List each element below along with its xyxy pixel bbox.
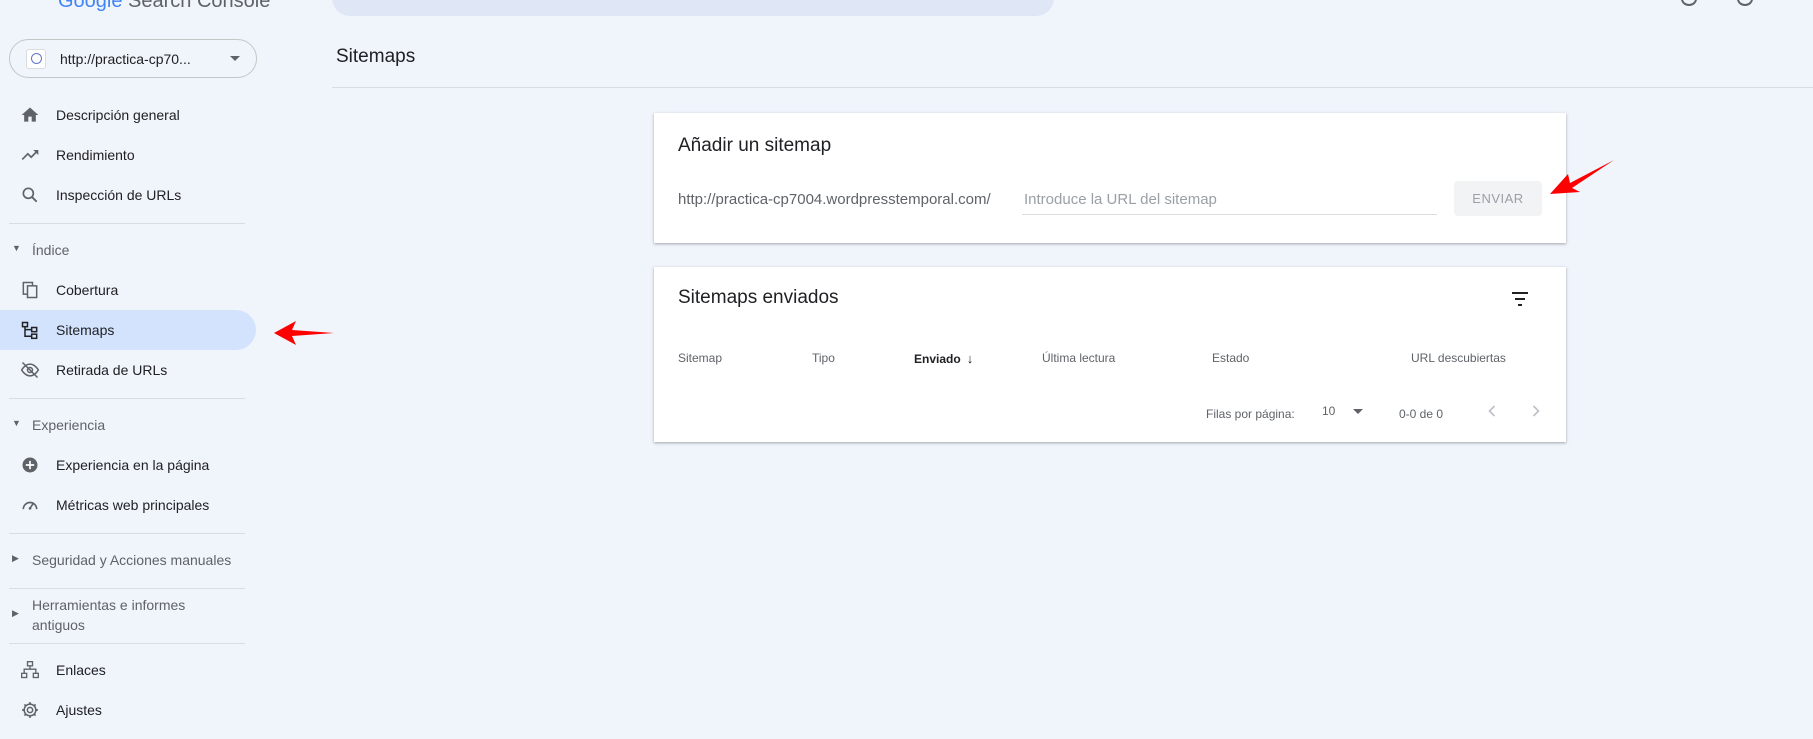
sidebar-divider	[9, 533, 245, 534]
section-label: Índice	[32, 242, 70, 258]
column-header-discovered-urls[interactable]: URL descubiertas	[1411, 351, 1506, 365]
home-icon	[20, 105, 40, 125]
pagination-range: 0-0 de 0	[1399, 407, 1444, 421]
sidebar-item-removals[interactable]: Retirada de URLs	[0, 350, 256, 390]
section-label: Herramientas e informes antiguos	[32, 595, 185, 635]
sidebar-item-label: Retirada de URLs	[56, 362, 168, 378]
copy-icon	[20, 280, 40, 300]
top-bar: Google Search Console	[0, 0, 1813, 20]
caret-right-icon: ▶	[12, 553, 19, 563]
sidebar: http://practica-cp70... Descripción gene…	[0, 0, 262, 739]
sidebar-item-coverage[interactable]: Cobertura	[0, 270, 256, 310]
sidebar-item-label: Métricas web principales	[56, 497, 210, 513]
sidebar-divider	[9, 588, 245, 589]
caret-down-icon	[230, 56, 240, 61]
sidebar-item-label: Cobertura	[56, 282, 119, 298]
sidebar-item-sitemaps[interactable]: Sitemaps	[0, 310, 256, 350]
top-icons	[1681, 0, 1753, 6]
card-title: Añadir un sitemap	[678, 135, 832, 156]
search-icon	[20, 185, 40, 205]
section-security[interactable]: ▶ Seguridad y Acciones manuales	[0, 550, 256, 570]
property-selector[interactable]: http://practica-cp70...	[9, 39, 257, 78]
search-bar[interactable]	[332, 0, 1054, 16]
sidebar-item-label: Rendimiento	[56, 147, 135, 163]
add-circle-icon	[20, 455, 40, 475]
sidebar-item-page-experience[interactable]: Experiencia en la página	[0, 445, 256, 485]
globe-icon	[26, 48, 46, 69]
sidebar-item-label: Sitemaps	[56, 322, 115, 338]
rows-per-page-label: Filas por página:	[1206, 407, 1295, 421]
column-header-status[interactable]: Estado	[1212, 351, 1249, 365]
sidebar-item-settings[interactable]: Ajustes	[0, 690, 256, 730]
speed-gauge-icon	[20, 495, 40, 515]
chevron-left-icon[interactable]	[1482, 401, 1502, 421]
caret-down-icon	[1353, 408, 1364, 414]
sidebar-item-overview[interactable]: Descripción general	[0, 95, 256, 135]
section-label: Experiencia	[32, 417, 106, 433]
links-icon	[20, 660, 40, 680]
sidebar-divider	[9, 398, 245, 399]
annotation-arrow-diagonal	[1550, 160, 1614, 194]
caret-down-icon: ▼	[12, 243, 21, 253]
section-legacy-tools[interactable]: ▶ Herramientas e informes antiguos	[0, 595, 256, 635]
eye-off-icon	[20, 360, 40, 380]
column-header-label: Enviado	[914, 352, 961, 366]
chevron-right-icon[interactable]	[1526, 401, 1546, 421]
arrow-down-icon: ↓	[966, 351, 974, 366]
rows-per-page-select[interactable]: 10	[1322, 404, 1364, 418]
column-header-submitted[interactable]: Enviado ↓	[914, 351, 973, 366]
gear-icon	[20, 700, 40, 720]
trending-up-icon	[20, 145, 40, 165]
column-header-sitemap[interactable]: Sitemap	[678, 351, 722, 365]
column-header-last-read[interactable]: Última lectura	[1042, 351, 1115, 365]
rows-per-page-value: 10	[1322, 404, 1336, 418]
submit-button[interactable]: ENVIAR	[1454, 181, 1542, 216]
property-url: http://practica-cp70...	[60, 50, 191, 67]
annotation-arrow-left	[274, 321, 334, 345]
sidebar-item-core-web-vitals[interactable]: Métricas web principales	[0, 485, 256, 525]
help-icon[interactable]	[1681, 0, 1697, 6]
column-header-type[interactable]: Tipo	[812, 351, 835, 365]
sidebar-item-links[interactable]: Enlaces	[0, 650, 256, 690]
sidebar-divider	[9, 643, 245, 644]
sitemap-icon	[20, 320, 40, 340]
caret-right-icon: ▶	[12, 608, 19, 618]
sitemap-url-input[interactable]	[1022, 185, 1437, 215]
sitemap-url-prefix: http://practica-cp7004.wordpresstemporal…	[678, 191, 991, 208]
sidebar-item-label: Experiencia en la página	[56, 457, 210, 473]
sidebar-item-label: Descripción general	[56, 107, 180, 123]
sidebar-divider	[9, 223, 245, 224]
title-divider	[332, 87, 1813, 88]
submitted-sitemaps-card: Sitemaps enviados Sitemap Tipo Enviado ↓ …	[654, 267, 1566, 442]
caret-down-icon: ▼	[12, 418, 21, 428]
section-index[interactable]: ▼ Índice	[0, 240, 256, 260]
add-sitemap-card: Añadir un sitemap http://practica-cp7004…	[654, 113, 1566, 243]
card-title: Sitemaps enviados	[678, 287, 839, 308]
filter-icon[interactable]	[1508, 287, 1532, 311]
account-icon[interactable]	[1737, 0, 1753, 6]
sidebar-item-label: Enlaces	[56, 662, 106, 678]
section-experience[interactable]: ▼ Experiencia	[0, 415, 256, 435]
section-label-line1: Herramientas e informes	[32, 597, 186, 613]
page-title: Sitemaps	[336, 46, 416, 67]
section-label: Seguridad y Acciones manuales	[32, 552, 232, 568]
sidebar-item-url-inspection[interactable]: Inspección de URLs	[0, 175, 256, 215]
section-label-line2: antiguos	[32, 617, 85, 633]
sidebar-item-label: Ajustes	[56, 702, 102, 718]
sidebar-item-label: Inspección de URLs	[56, 187, 182, 203]
sidebar-item-performance[interactable]: Rendimiento	[0, 135, 256, 175]
